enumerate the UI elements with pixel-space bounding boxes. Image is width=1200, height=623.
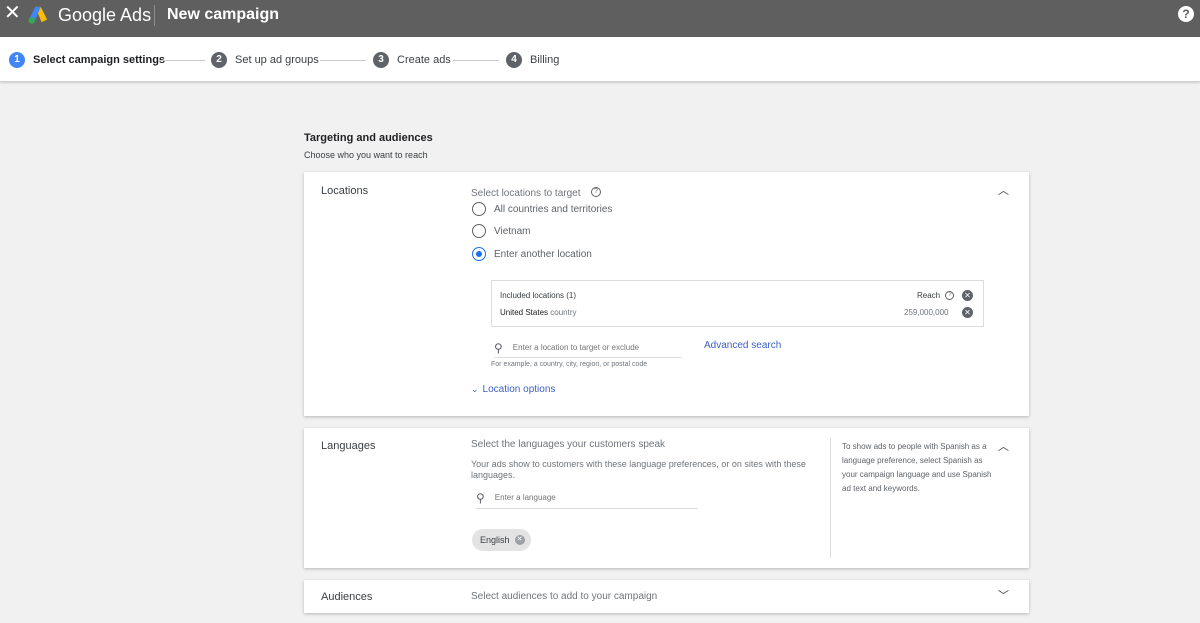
radio-button[interactable]	[472, 202, 486, 216]
language-search-input[interactable]	[494, 493, 645, 502]
radio-enter-another-location[interactable]: Enter another location	[472, 247, 592, 261]
reach-label: Reach	[917, 291, 941, 300]
location-search-input[interactable]	[512, 343, 663, 352]
section-subtitle: Choose who you want to reach	[304, 150, 428, 160]
audiences-card[interactable]: Audiences Select audiences to add to you…	[304, 580, 1029, 613]
remove-chip-icon[interactable]: ✕	[514, 535, 525, 545]
chip-label: English	[480, 535, 510, 545]
page-title: New campaign	[167, 6, 280, 23]
search-icon: ⚲	[494, 340, 503, 355]
radio-button[interactable]	[472, 224, 486, 238]
languages-prompt: Select the languages your customers spea…	[471, 439, 665, 450]
language-chip-english[interactable]: English ✕	[472, 529, 531, 551]
language-side-note: To show ads to people with Spanish as a …	[842, 442, 992, 493]
step-select-campaign-settings[interactable]: 1 Select campaign settings	[9, 51, 165, 69]
step-number: 3	[373, 52, 389, 68]
remove-location-icon[interactable]: ✕	[962, 307, 973, 318]
location-name: United States	[500, 308, 549, 317]
included-locations-box: Included locations (1) Reach ? ✕ United …	[491, 280, 984, 327]
top-app-bar: ✕ Google Ads New campaign ?	[0, 0, 1200, 37]
step-label: Create ads	[397, 54, 451, 66]
locations-prompt-row: Select locations to target ?	[471, 183, 601, 201]
step-number: 1	[9, 52, 25, 68]
brand-name: Google Ads	[58, 5, 152, 25]
location-type: country	[550, 308, 577, 317]
step-number: 4	[506, 52, 522, 68]
radio-all-countries[interactable]: All countries and territories	[472, 202, 612, 216]
location-search-row[interactable]: ⚲	[494, 338, 682, 358]
step-number: 2	[211, 52, 227, 68]
vertical-divider	[830, 438, 831, 558]
included-locations-header: Included locations (1)	[500, 291, 577, 300]
location-search-hint: For example, a country, city, region, or…	[491, 361, 648, 368]
languages-description: Your ads show to customers with these la…	[471, 459, 806, 480]
audiences-label: Audiences	[321, 591, 373, 603]
advanced-search-link[interactable]: Advanced search	[704, 340, 781, 351]
step-label: Set up ad groups	[235, 54, 319, 66]
audiences-prompt: Select audiences to add to your campaign	[471, 591, 658, 602]
location-reach: 259,000,000	[904, 308, 949, 317]
step-set-up-ad-groups[interactable]: 2 Set up ad groups	[211, 51, 319, 69]
locations-prompt: Select locations to target	[471, 188, 581, 199]
step-connector	[453, 60, 499, 61]
radio-label: Enter another location	[494, 248, 592, 260]
chevron-up-icon[interactable]: ︿	[998, 442, 1009, 453]
question-circle-icon[interactable]: ?	[945, 291, 955, 301]
languages-card: Languages Select the languages your cust…	[304, 428, 1029, 568]
chevron-down-icon[interactable]: ﹀	[998, 591, 1009, 602]
help-icon[interactable]: ?	[1178, 6, 1194, 22]
location-row-name: United States country	[500, 308, 577, 317]
radio-label: Vietnam	[494, 225, 531, 237]
google-ads-logo-icon	[28, 6, 48, 24]
reach-header: Reach ?	[917, 291, 955, 301]
header-divider	[154, 5, 155, 26]
remove-all-icon[interactable]: ✕	[962, 290, 973, 301]
radio-button-selected[interactable]	[472, 247, 486, 261]
close-icon[interactable]: ✕	[4, 3, 21, 23]
locations-label: Locations	[321, 185, 369, 197]
location-options-link: Location options	[482, 384, 556, 395]
chevron-up-icon[interactable]: ︿	[998, 186, 1009, 197]
step-billing[interactable]: 4 Billing	[506, 51, 559, 69]
language-search-row[interactable]: ⚲	[476, 487, 698, 509]
campaign-stepper: 1 Select campaign settings 2 Set up ad g…	[0, 37, 1200, 82]
radio-label: All countries and territories	[494, 203, 613, 215]
locations-card: Locations ︿ Select locations to target ?…	[304, 172, 1029, 416]
chevron-down-icon: ⌄	[471, 384, 479, 394]
search-icon: ⚲	[476, 490, 485, 505]
section-title: Targeting and audiences	[304, 132, 433, 144]
step-label: Select campaign settings	[33, 54, 166, 66]
step-connector	[159, 60, 205, 61]
step-connector	[320, 60, 366, 61]
languages-label: Languages	[321, 440, 376, 452]
radio-vietnam[interactable]: Vietnam	[472, 224, 531, 238]
location-options-toggle[interactable]: ⌄ Location options	[471, 384, 555, 395]
step-create-ads[interactable]: 3 Create ads	[373, 51, 451, 69]
step-label: Billing	[530, 54, 560, 66]
question-circle-icon[interactable]: ?	[590, 186, 601, 197]
